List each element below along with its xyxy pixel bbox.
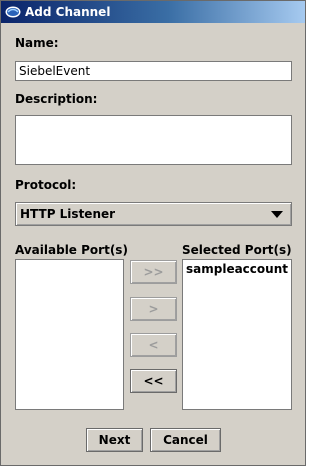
name-label: Name: <box>15 36 59 50</box>
name-input[interactable] <box>15 61 292 81</box>
dialog-title: Add Channel <box>25 5 111 19</box>
selected-ports-list[interactable]: sampleaccount <box>182 259 292 410</box>
selected-ports-label: Selected Port(s) <box>182 243 292 257</box>
remove-port-button[interactable]: < <box>130 333 177 357</box>
available-ports-label: Available Port(s) <box>15 243 128 257</box>
add-all-ports-button[interactable]: >> <box>130 260 177 284</box>
chevron-down-icon[interactable] <box>271 211 283 218</box>
cancel-button[interactable]: Cancel <box>150 428 221 452</box>
protocol-label: Protocol: <box>15 178 77 192</box>
protocol-select[interactable]: HTTP Listener <box>15 202 292 226</box>
protocol-selected-value: HTTP Listener <box>20 207 116 221</box>
app-icon <box>5 6 21 18</box>
remove-all-ports-button[interactable]: << <box>130 369 177 393</box>
add-channel-dialog: Add Channel Name: Description: Protocol:… <box>0 0 306 466</box>
next-button[interactable]: Next <box>86 428 143 452</box>
description-label: Description: <box>15 92 98 106</box>
available-ports-list[interactable] <box>15 259 124 410</box>
list-item[interactable]: sampleaccount <box>186 262 288 276</box>
title-bar[interactable]: Add Channel <box>1 1 305 23</box>
description-textarea[interactable] <box>15 115 292 165</box>
add-port-button[interactable]: > <box>130 297 177 321</box>
